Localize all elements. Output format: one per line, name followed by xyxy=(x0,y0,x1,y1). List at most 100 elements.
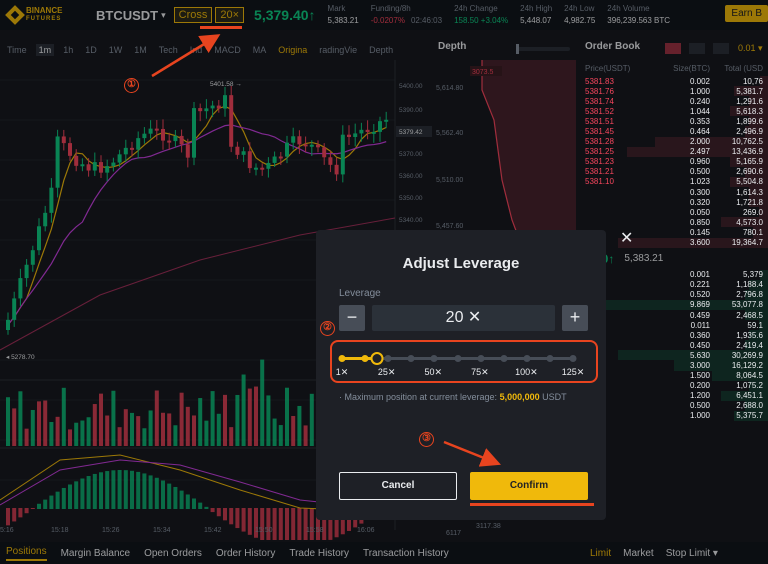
ask-row[interactable]: 5381.28 2.000 10,762.5 xyxy=(580,136,768,147)
row-size: 0.459 xyxy=(689,310,710,320)
max-position-note: · Maximum position at current leverage: … xyxy=(339,392,567,402)
row-size: 0.960 xyxy=(689,157,710,167)
row-size: 0.500 xyxy=(689,167,710,177)
ask-row[interactable]: 5381.52 1.044 5,618.3 xyxy=(580,106,768,117)
ask-row[interactable]: 5381.76 1.000 5,381.7 xyxy=(580,86,768,97)
row-size: 1.500 xyxy=(689,371,710,381)
row-total: 2,468.5 xyxy=(736,310,763,320)
row-total: 780.1 xyxy=(742,227,763,237)
row-total: 1,188.4 xyxy=(736,280,763,290)
row-size: 0.464 xyxy=(689,127,710,137)
confirm-button[interactable]: Confirm xyxy=(470,472,588,500)
row-total: 30,269.9 xyxy=(731,350,763,360)
row-size: 1.044 xyxy=(689,106,710,116)
row-size: 5.630 xyxy=(689,350,710,360)
row-size: 1.000 xyxy=(689,86,710,96)
row-size: 1.200 xyxy=(689,391,710,401)
row-total: 2,496.9 xyxy=(736,127,763,137)
row-total: 5,504.8 xyxy=(736,177,763,187)
row-total: 5,375.7 xyxy=(736,411,763,421)
row-price: 5381.21 xyxy=(585,167,614,177)
row-total: 1,291.6 xyxy=(736,96,763,106)
leverage-label: Leverage xyxy=(339,288,381,299)
row-total: 4,573.0 xyxy=(736,217,763,227)
row-total: 10,762.5 xyxy=(731,137,763,147)
row-total: 2,690.6 xyxy=(736,167,763,177)
ask-row[interactable]: 5381.21 0.500 2,690.6 xyxy=(580,166,768,177)
row-total: 59.1 xyxy=(747,320,763,330)
dialog-title: Adjust Leverage xyxy=(402,255,520,272)
annotation-step-2: ② xyxy=(320,321,335,336)
row-price: 5381.51 xyxy=(585,116,614,126)
row-size: 0.001 xyxy=(689,270,710,280)
row-price: 5381.25 xyxy=(585,147,614,157)
cancel-button[interactable]: Cancel xyxy=(339,472,457,500)
decrease-leverage-button[interactable]: − xyxy=(339,305,365,331)
annotation-underline-confirm xyxy=(470,503,594,506)
row-price: 5381.74 xyxy=(585,96,614,106)
row-total: 10,76 xyxy=(742,76,763,86)
row-total: 5,381.7 xyxy=(736,86,763,96)
row-price: 5381.10 xyxy=(585,177,614,187)
row-total: 19,364.7 xyxy=(731,238,763,248)
row-total: 8,064.5 xyxy=(736,371,763,381)
close-icon[interactable]: ✕ xyxy=(620,228,634,247)
row-size: 0.850 xyxy=(689,217,710,227)
row-total: 1,075.2 xyxy=(736,381,763,391)
row-price: 5381.52 xyxy=(585,106,614,116)
row-total: 269.0 xyxy=(742,207,763,217)
leverage-input[interactable]: 20 ✕ xyxy=(372,305,555,331)
row-price: 5381.28 xyxy=(585,137,614,147)
row-size: 0.145 xyxy=(689,227,710,237)
row-price: 5381.76 xyxy=(585,86,614,96)
row-total: 1,899.6 xyxy=(736,116,763,126)
row-size: 0.500 xyxy=(689,401,710,411)
ask-row[interactable]: 5381.23 0.960 5,165.9 xyxy=(580,156,768,167)
row-price: 5381.23 xyxy=(585,157,614,167)
row-size: 3.600 xyxy=(689,238,710,248)
row-size: 0.520 xyxy=(689,290,710,300)
row-total: 1,614.3 xyxy=(736,187,763,197)
row-size: 0.353 xyxy=(689,116,710,126)
annotation-step-3: ③ xyxy=(419,432,434,447)
ask-row[interactable]: 5381.83 0.002 10,76 xyxy=(580,76,768,87)
row-total: 13,436.9 xyxy=(731,147,763,157)
increase-leverage-button[interactable]: + xyxy=(562,305,588,331)
ask-row[interactable]: 5381.45 0.464 2,496.9 xyxy=(580,126,768,137)
row-total: 1,935.6 xyxy=(736,330,763,340)
row-size: 1.000 xyxy=(689,411,710,421)
row-size: 0.050 xyxy=(689,207,710,217)
row-total: 2,688.0 xyxy=(736,401,763,411)
row-size: 0.320 xyxy=(689,197,710,207)
row-total: 5,165.9 xyxy=(736,157,763,167)
max-position-value: 5,000,000 xyxy=(499,392,540,402)
ask-row[interactable]: 5381.51 0.353 1,899.6 xyxy=(580,116,768,127)
row-size: 0.240 xyxy=(689,96,710,106)
row-size: 0.300 xyxy=(689,187,710,197)
row-price: 5381.83 xyxy=(585,76,614,86)
row-total: 6,451.1 xyxy=(736,391,763,401)
row-size: 1.023 xyxy=(689,177,710,187)
row-size: 0.450 xyxy=(689,340,710,350)
annotation-step-1: ① xyxy=(124,78,139,93)
row-size: 0.360 xyxy=(689,330,710,340)
row-price: 5381.45 xyxy=(585,127,614,137)
row-total: 16,129.2 xyxy=(731,360,763,370)
row-size: 2.000 xyxy=(689,137,710,147)
ask-row[interactable]: 5381.74 0.240 1,291.6 xyxy=(580,96,768,107)
row-total: 53,077.8 xyxy=(731,300,763,310)
ask-row[interactable]: 5381.10 1.023 5,504.8 xyxy=(580,176,768,188)
annotation-underline-leverage xyxy=(200,26,242,29)
annotation-box-slider xyxy=(330,340,598,383)
row-total: 1,721.8 xyxy=(736,197,763,207)
row-size: 0.221 xyxy=(689,280,710,290)
row-total: 5,618.3 xyxy=(736,106,763,116)
row-size: 2.497 xyxy=(689,147,710,157)
row-size: 0.011 xyxy=(690,320,710,330)
row-total: 5,379 xyxy=(742,270,763,280)
ask-row[interactable]: 5381.25 2.497 13,436.9 xyxy=(580,146,768,157)
row-total: 2,419.4 xyxy=(736,340,763,350)
row-size: 9.869 xyxy=(689,300,710,310)
row-size: 0.200 xyxy=(689,381,710,391)
row-size: 3.000 xyxy=(689,360,710,370)
